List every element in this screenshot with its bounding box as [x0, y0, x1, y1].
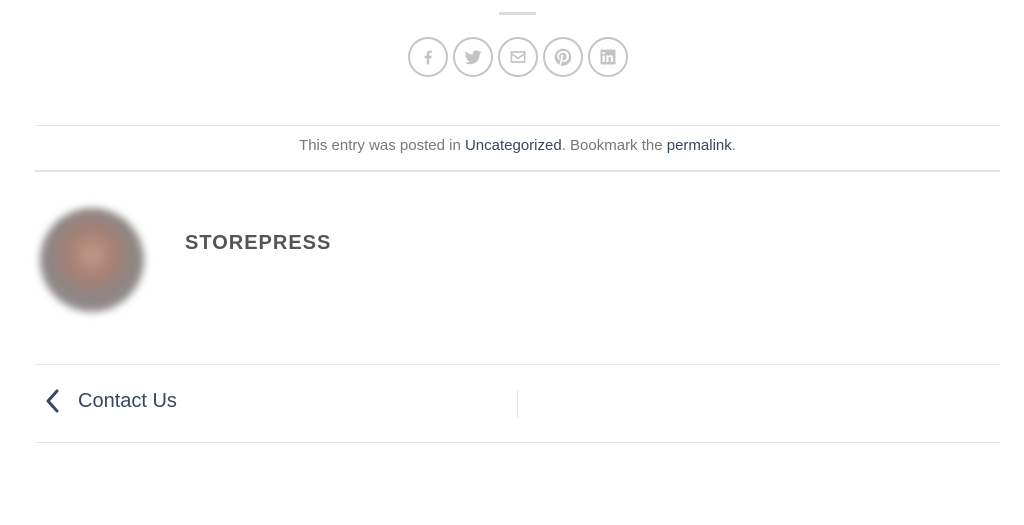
linkedin-icon [600, 49, 616, 65]
nav-top-divider [35, 364, 1000, 365]
pinterest-icon [554, 48, 572, 66]
entry-meta-middle: . Bookmark the [561, 137, 667, 154]
meta-bottom-divider [35, 170, 1000, 172]
email-share-button[interactable] [498, 37, 538, 77]
previous-post-link[interactable]: Contact Us [42, 388, 177, 414]
share-divider [499, 12, 536, 15]
author-avatar [40, 208, 144, 312]
facebook-icon [424, 50, 432, 65]
entry-meta: This entry was posted in Uncategorized. … [35, 137, 1000, 154]
twitter-share-button[interactable] [453, 37, 493, 77]
meta-top-divider [35, 125, 1000, 126]
pinterest-share-button[interactable] [543, 37, 583, 77]
email-icon [510, 51, 526, 63]
previous-post-label: Contact Us [78, 389, 177, 412]
permalink-link[interactable]: permalink [667, 137, 732, 154]
facebook-share-button[interactable] [408, 37, 448, 77]
nav-bottom-divider [35, 442, 1000, 443]
nav-separator [517, 390, 518, 418]
linkedin-share-button[interactable] [588, 37, 628, 77]
share-icons [408, 37, 628, 77]
twitter-icon [464, 50, 482, 65]
chevron-left-icon [46, 389, 59, 413]
category-link[interactable]: Uncategorized [465, 137, 562, 154]
author-name: STOREPRESS [185, 232, 332, 254]
entry-meta-prefix: This entry was posted in [299, 137, 465, 154]
entry-meta-suffix: . [731, 137, 736, 154]
